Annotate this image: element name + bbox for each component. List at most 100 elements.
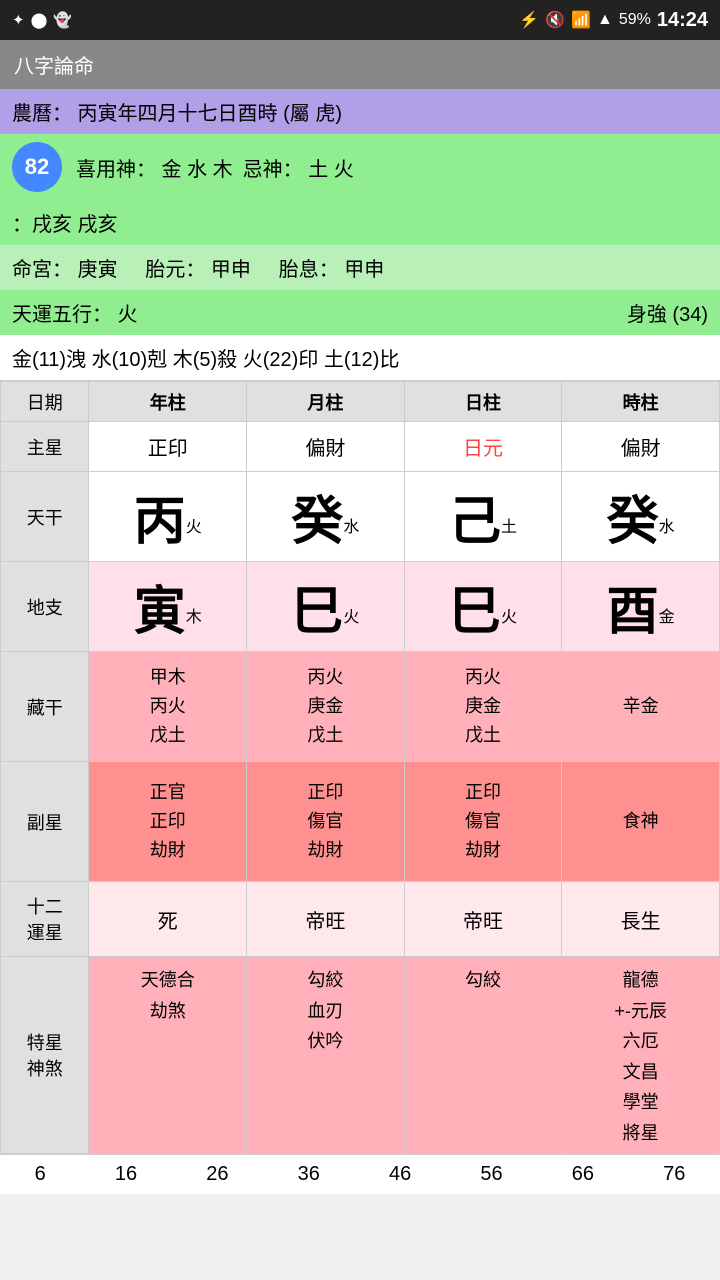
dizhi-hour-char: 酉 bbox=[607, 583, 659, 641]
header-month: 月柱 bbox=[247, 382, 405, 422]
bazi-table: 日期 年柱 月柱 日柱 時柱 主星 正印 偏財 日元 偏財 天干 丙火 癸水 己… bbox=[0, 381, 720, 1154]
tiangan-day-sub: 土 bbox=[501, 519, 517, 536]
special-year: 天德合劫煞 bbox=[89, 957, 247, 1154]
canggan-row: 藏干 甲木丙火戊土 丙火庚金戊土 丙火庚金戊土 辛金 bbox=[1, 652, 720, 762]
special-month: 勾絞血刃伏吟 bbox=[247, 957, 405, 1154]
main-star-row: 主星 正印 偏財 日元 偏財 bbox=[1, 422, 720, 472]
special-day: 勾絞 bbox=[404, 957, 562, 1154]
taiyuan-text: 胎元： 甲申 bbox=[145, 259, 251, 281]
xiyong-row: 82 喜用神： 金 水 木 忌神： 土 火 bbox=[0, 134, 720, 200]
dizhi-day: 巳火 bbox=[404, 562, 562, 652]
header-day: 日柱 bbox=[404, 382, 562, 422]
12stars-row: 十二 運星 死 帝旺 帝旺 長生 bbox=[1, 882, 720, 957]
circle-icon: ⬤ bbox=[31, 11, 48, 29]
tiangan-label: 天干 bbox=[1, 472, 89, 562]
dizhi-row: 地支 寅木 巳火 巳火 酉金 bbox=[1, 562, 720, 652]
score-circle: 82 bbox=[12, 142, 62, 192]
canggan-hour: 辛金 bbox=[562, 652, 720, 762]
fuxing-label: 副星 bbox=[1, 762, 89, 882]
mainstar-hour: 偏財 bbox=[562, 422, 720, 472]
tiangan-month-char: 癸 bbox=[291, 493, 343, 551]
dizhi-label: 地支 bbox=[1, 562, 89, 652]
jishen-text: 忌神： 土 火 bbox=[243, 153, 354, 182]
elements-text: 金(11)洩 水(10)剋 木(5)殺 火(22)印 土(12)比 bbox=[12, 349, 399, 371]
dizhi-year: 寅木 bbox=[89, 562, 247, 652]
title-bar: 八字論命 bbox=[0, 40, 720, 89]
tiangan-year-char: 丙 bbox=[134, 493, 186, 551]
nayin-text: ：戌亥 戌亥 bbox=[12, 214, 118, 236]
tianyun-text: 天運五行： 火 bbox=[12, 298, 138, 327]
lunar-calendar-row: 農曆： 丙寅年四月十七日酉時 (屬 虎) bbox=[0, 89, 720, 134]
main-content: 農曆： 丙寅年四月十七日酉時 (屬 虎) 82 喜用神： 金 水 木 忌神： 土… bbox=[0, 89, 720, 1194]
tiangan-year: 丙火 bbox=[89, 472, 247, 562]
mainstar-day: 日元 bbox=[404, 422, 562, 472]
status-left-icons: ✦ ⬤ 👻 bbox=[12, 11, 72, 29]
app-title: 八字論命 bbox=[14, 56, 94, 78]
tiangan-month: 癸水 bbox=[247, 472, 405, 562]
taixi-text: 胎息： 甲申 bbox=[279, 259, 385, 281]
special-label: 特星 神煞 bbox=[1, 957, 89, 1154]
12stars-hour: 長生 bbox=[562, 882, 720, 957]
canggan-month: 丙火庚金戊土 bbox=[247, 652, 405, 762]
nayin-row: ：戌亥 戌亥 bbox=[0, 200, 720, 245]
dizhi-day-char: 巳 bbox=[449, 583, 501, 641]
tiangan-hour-sub: 水 bbox=[659, 519, 675, 536]
status-right-icons: ⚡ 🔇 📶 ▲ 59% 14:24 bbox=[519, 9, 708, 32]
signal-icon: ▲ bbox=[597, 11, 613, 29]
elements-row: 金(11)洩 水(10)剋 木(5)殺 火(22)印 土(12)比 bbox=[0, 335, 720, 381]
canggan-year: 甲木丙火戊土 bbox=[89, 652, 247, 762]
dizhi-month-sub: 火 bbox=[343, 609, 359, 626]
bottom-num-7: 76 bbox=[663, 1163, 685, 1186]
tiangan-hour-char: 癸 bbox=[607, 493, 659, 551]
star-icon: ✦ bbox=[12, 11, 25, 29]
bottom-numbers-bar: 6 16 26 36 46 56 66 76 bbox=[0, 1154, 720, 1194]
fuxing-row: 副星 正官正印劫財 正印傷官劫財 正印傷官劫財 食神 bbox=[1, 762, 720, 882]
header-hour: 時柱 bbox=[562, 382, 720, 422]
dizhi-hour: 酉金 bbox=[562, 562, 720, 652]
dizhi-year-char: 寅 bbox=[134, 583, 186, 641]
12stars-year: 死 bbox=[89, 882, 247, 957]
ghost-icon: 👻 bbox=[53, 11, 72, 29]
bottom-num-5: 56 bbox=[480, 1163, 502, 1186]
bottom-num-2: 26 bbox=[206, 1163, 228, 1186]
fuxing-day: 正印傷官劫財 bbox=[404, 762, 562, 882]
battery-text: 59% bbox=[619, 11, 651, 29]
special-hour: 龍德+-元辰六厄文昌學堂將星 bbox=[562, 957, 720, 1154]
bottom-num-0: 6 bbox=[35, 1163, 46, 1186]
header-date: 日期 bbox=[1, 382, 89, 422]
12stars-label: 十二 運星 bbox=[1, 882, 89, 957]
dizhi-day-sub: 火 bbox=[501, 609, 517, 626]
12stars-month: 帝旺 bbox=[247, 882, 405, 957]
minggong-row: 命宮： 庚寅 胎元： 甲申 胎息： 甲申 bbox=[0, 245, 720, 290]
fuxing-month: 正印傷官劫財 bbox=[247, 762, 405, 882]
mainstar-year: 正印 bbox=[89, 422, 247, 472]
bottom-num-4: 46 bbox=[389, 1163, 411, 1186]
tiangan-hour: 癸水 bbox=[562, 472, 720, 562]
bottom-num-6: 66 bbox=[572, 1163, 594, 1186]
minggong-text: 命宮： 庚寅 bbox=[12, 259, 118, 281]
time-text: 14:24 bbox=[657, 9, 708, 32]
dizhi-month: 巳火 bbox=[247, 562, 405, 652]
table-header-row: 日期 年柱 月柱 日柱 時柱 bbox=[1, 382, 720, 422]
xiyong-text: 喜用神： 金 水 木 bbox=[76, 153, 233, 182]
canggan-label: 藏干 bbox=[1, 652, 89, 762]
lunar-calendar-text: 農曆： 丙寅年四月十七日酉時 (屬 虎) bbox=[12, 103, 342, 125]
canggan-day: 丙火庚金戊土 bbox=[404, 652, 562, 762]
bottom-num-1: 16 bbox=[115, 1163, 137, 1186]
tiangan-day: 己土 bbox=[404, 472, 562, 562]
fuxing-hour: 食神 bbox=[562, 762, 720, 882]
tiangan-day-char: 己 bbox=[449, 493, 501, 551]
wifi-icon: 📶 bbox=[571, 10, 591, 30]
12stars-day: 帝旺 bbox=[404, 882, 562, 957]
tiangan-month-sub: 水 bbox=[343, 519, 359, 536]
dizhi-hour-sub: 金 bbox=[659, 609, 675, 626]
tiangan-year-sub: 火 bbox=[186, 519, 202, 536]
mainstar-label: 主星 bbox=[1, 422, 89, 472]
header-year: 年柱 bbox=[89, 382, 247, 422]
mute-icon: 🔇 bbox=[545, 10, 565, 30]
special-row: 特星 神煞 天德合劫煞 勾絞血刃伏吟 勾絞 龍德+-元辰六厄文昌學堂將星 bbox=[1, 957, 720, 1154]
bluetooth-icon: ⚡ bbox=[519, 10, 539, 30]
shenqiang-text: 身強 (34) bbox=[627, 298, 708, 327]
fuxing-year: 正官正印劫財 bbox=[89, 762, 247, 882]
tiangan-row: 天干 丙火 癸水 己土 癸水 bbox=[1, 472, 720, 562]
